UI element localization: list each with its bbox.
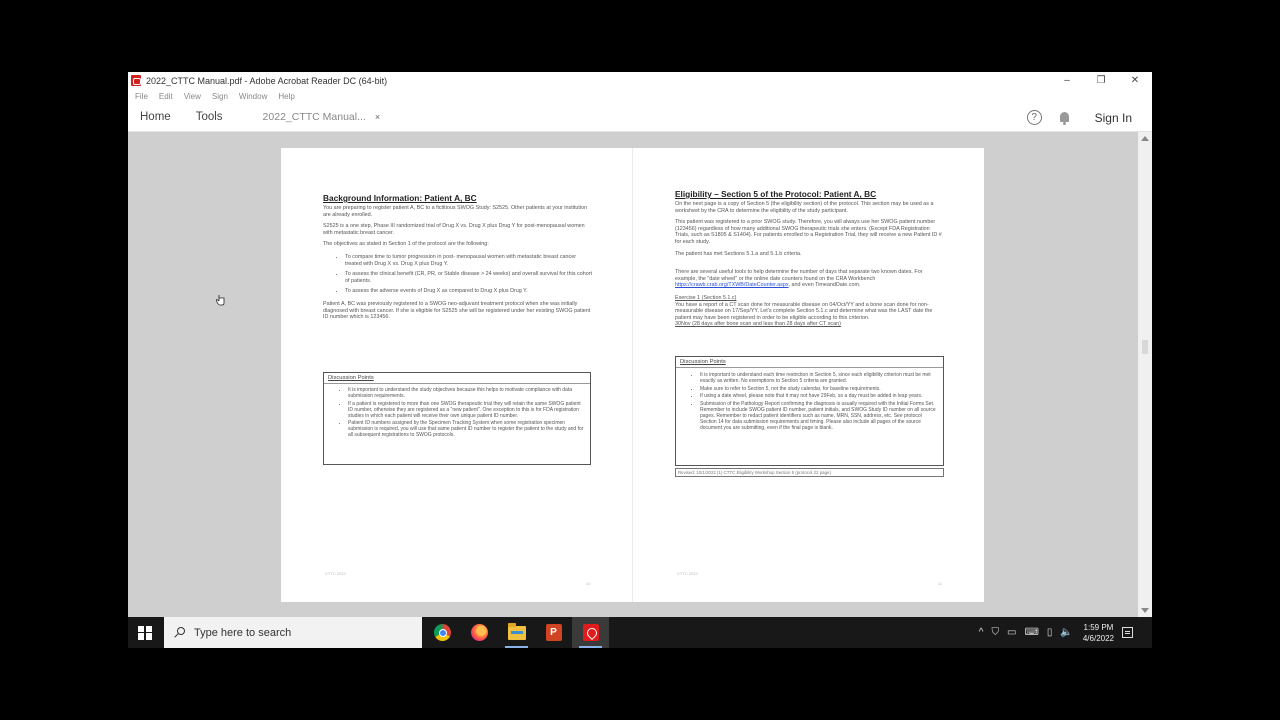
discussion-point: It is important to understand each time …	[700, 372, 937, 384]
page-right: Eligibility – Section 5 of the Protocol:…	[633, 148, 984, 602]
objective-item: To compare time to tumor progression in …	[345, 254, 593, 267]
menu-sign[interactable]: Sign	[212, 92, 228, 101]
page-right-p4-end: , and even TimeandDate.com.	[788, 282, 861, 289]
tools-tab[interactable]: Tools	[196, 111, 223, 123]
home-tab[interactable]: Home	[140, 111, 171, 123]
restore-button[interactable]: ❐	[1084, 72, 1118, 89]
vertical-scrollbar[interactable]	[1138, 132, 1152, 617]
page-right-body: On the next page is a copy of Section 5 …	[675, 201, 945, 328]
page-left-body: You are preparing to register patient A,…	[323, 205, 593, 321]
discussion-points-box-right: Discussion Points It is important to und…	[675, 356, 944, 466]
taskbar-powerpoint[interactable]: P	[535, 617, 572, 648]
exercise-text: You have a report of a CT scan done for …	[675, 301, 933, 321]
page-right-p2: This patient was registered to a prior S…	[675, 219, 942, 245]
clock-time: 1:59 PM	[1083, 622, 1114, 632]
tray-volume-icon[interactable]: 🔈	[1060, 627, 1072, 638]
notification-bell-icon[interactable]	[1058, 111, 1071, 125]
page-left-p3: The objectives as stated in Section 1 of…	[323, 241, 489, 248]
chrome-icon	[434, 624, 451, 641]
page-right-footer: CTTC 2022	[677, 571, 698, 576]
tray-security-icon[interactable]: ⛉	[992, 627, 1000, 638]
objective-item: To assess the clinical benefit (CR, PR, …	[345, 271, 593, 284]
page-left-heading: Background Information: Patient A, BC	[323, 193, 477, 203]
objectives-list: To compare time to tumor progression in …	[323, 254, 593, 295]
hand-cursor-icon	[216, 295, 225, 306]
taskbar-chrome[interactable]	[424, 617, 461, 648]
taskbar-clock[interactable]: 1:59 PM 4/6/2022	[1083, 622, 1114, 644]
taskbar-acrobat[interactable]	[572, 617, 609, 648]
clock-date: 4/6/2022	[1082, 633, 1114, 643]
page-right-p1: On the next page is a copy of Section 5 …	[675, 201, 934, 214]
page-left-number: 10	[586, 581, 591, 586]
tray-overflow-icon[interactable]: ^	[979, 627, 984, 638]
menu-file[interactable]: File	[135, 92, 148, 101]
page-right-p3: The patient has met Sections 5.1.a and 5…	[675, 250, 802, 257]
discussion-points-box-left: Discussion Points It is important to und…	[323, 372, 591, 465]
page-left-footer: CTTC 2022	[325, 571, 346, 576]
minimize-button[interactable]: –	[1050, 72, 1084, 89]
objective-item: To assess the adverse events of Drug X a…	[345, 288, 593, 295]
discussion-points-list: It is important to understand each time …	[676, 372, 943, 431]
taskbar-search-box[interactable]: Type here to search	[164, 617, 422, 648]
window-title: 2022_CTTC Manual.pdf - Adobe Acrobat Rea…	[146, 75, 388, 86]
document-view[interactable]: Background Information: Patient A, BC Yo…	[128, 132, 1138, 617]
discussion-point: Patient ID numbers assigned by the Speci…	[348, 420, 584, 438]
file-explorer-icon	[507, 622, 526, 640]
search-placeholder: Type here to search	[194, 626, 292, 639]
scroll-up-icon[interactable]	[1141, 136, 1149, 141]
main-toolbar: Home Tools 2022_CTTC Manual... × ? Sign …	[128, 103, 1152, 132]
search-icon	[174, 627, 185, 638]
exercise-answer: 30Nov (28 days after bone scan and less …	[675, 321, 841, 328]
menu-window[interactable]: Window	[239, 92, 267, 101]
title-bar: 2022_CTTC Manual.pdf - Adobe Acrobat Rea…	[128, 72, 1152, 89]
page-right-number: 11	[938, 581, 943, 586]
action-center-icon[interactable]	[1122, 627, 1133, 638]
powerpoint-icon: P	[545, 624, 562, 641]
acrobat-icon	[582, 624, 599, 641]
document-tab-close-icon[interactable]: ×	[375, 112, 380, 122]
close-button[interactable]: ✕	[1118, 72, 1152, 89]
document-tab-label: 2022_CTTC Manual...	[262, 111, 366, 123]
system-tray: ^ ⛉ ▭ ⌨ ▯ 🔈 1:59 PM 4/6/2022	[979, 617, 1152, 648]
windows-start-icon[interactable]	[138, 625, 152, 640]
page-right-p4: There are several useful tools to help d…	[675, 269, 923, 282]
help-icon[interactable]: ?	[1026, 110, 1042, 125]
taskbar-firefox[interactable]	[461, 617, 498, 648]
tray-keyboard-icon[interactable]: ⌨	[1024, 627, 1038, 638]
menu-bar: File Edit View Sign Window Help	[128, 89, 1152, 103]
discussion-point: If a patient is registered to more than …	[348, 401, 584, 419]
discussion-points-title: Discussion Points	[676, 357, 943, 368]
window-controls: – ❐ ✕	[1050, 72, 1152, 89]
firefox-icon	[471, 624, 488, 641]
toolbar-right: ? Sign In	[1026, 103, 1132, 132]
page-left-p1: You are preparing to register patient A,…	[323, 205, 588, 218]
page-right-heading: Eligibility – Section 5 of the Protocol:…	[675, 189, 877, 199]
menu-help[interactable]: Help	[278, 92, 294, 101]
discussion-point: It is important to understand the study …	[348, 387, 584, 399]
sign-in-button[interactable]: Sign In	[1095, 111, 1132, 125]
menu-edit[interactable]: Edit	[159, 92, 173, 101]
page-left-p2: S2525 is a one step, Phase III randomize…	[323, 223, 585, 236]
discussion-points-title: Discussion Points	[324, 373, 590, 384]
discussion-point: Make sure to refer to Section 5, not the…	[700, 386, 937, 392]
revision-footnote: Revised: 10/1/2022 (1) CTTC Eligibility …	[675, 468, 944, 477]
acrobat-window: 2022_CTTC Manual.pdf - Adobe Acrobat Rea…	[128, 72, 1152, 648]
discussion-point: If using a date wheel, please note that …	[700, 393, 937, 399]
date-counter-link[interactable]: https://crawb.crab.org/TXWB/DateCounter.…	[675, 282, 789, 288]
scroll-down-icon[interactable]	[1141, 608, 1149, 613]
page-left: Background Information: Patient A, BC Yo…	[281, 148, 632, 602]
page-left-p4: Patient A, BC was previously registered …	[323, 300, 591, 321]
menu-view[interactable]: View	[184, 92, 201, 101]
tray-battery-icon[interactable]: ▭	[1007, 627, 1016, 638]
windows-taskbar: Type here to search P ^ ⛉ ▭ ⌨ ▯ 🔈 1:59 P…	[128, 617, 1152, 648]
exercise-title: Exercise 1 (Section 5.1.c)	[675, 294, 737, 301]
taskbar-file-explorer[interactable]	[498, 617, 535, 648]
document-tab[interactable]: 2022_CTTC Manual... ×	[263, 111, 381, 123]
tray-network-icon[interactable]: ▯	[1047, 627, 1053, 638]
discussion-points-list: It is important to understand the study …	[324, 387, 590, 438]
scrollbar-thumb[interactable]	[1142, 340, 1148, 354]
discussion-point: Submission of the Pathology Report confi…	[700, 401, 937, 431]
acrobat-app-icon	[131, 75, 141, 86]
